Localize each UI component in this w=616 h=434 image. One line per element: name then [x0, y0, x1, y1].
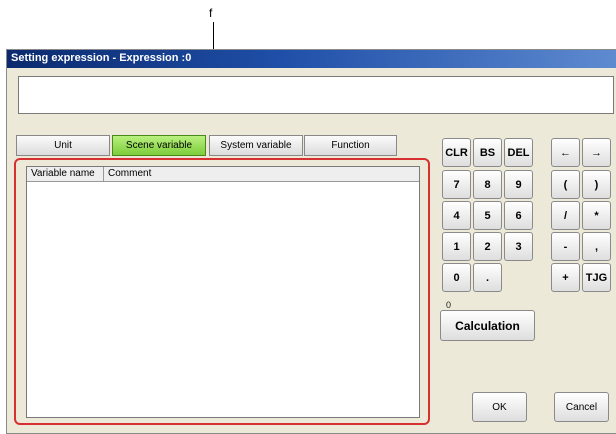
tab-unit[interactable]: Unit [16, 135, 110, 156]
cancel-button[interactable]: Cancel [554, 392, 609, 422]
key-5[interactable]: 5 [473, 201, 502, 230]
title-bar: Setting expression - Expression :0 [7, 50, 616, 68]
del-key[interactable]: DEL [504, 138, 533, 167]
tab-scene-variable[interactable]: Scene variable [112, 135, 206, 156]
comma-key[interactable]: , [582, 232, 611, 261]
clr-key[interactable]: CLR [442, 138, 471, 167]
callout-label: f [209, 6, 213, 20]
key-2[interactable]: 2 [473, 232, 502, 261]
tab-function[interactable]: Function [304, 135, 397, 156]
bs-key[interactable]: BS [473, 138, 502, 167]
list-header: Variable name Comment [27, 167, 419, 182]
key-8[interactable]: 8 [473, 170, 502, 199]
variable-list[interactable]: Variable name Comment [26, 166, 420, 418]
expression-input[interactable] [18, 76, 614, 114]
ok-button[interactable]: OK [472, 392, 527, 422]
key-9[interactable]: 9 [504, 170, 533, 199]
key-7[interactable]: 7 [442, 170, 471, 199]
multiply-key[interactable]: * [582, 201, 611, 230]
key-1[interactable]: 1 [442, 232, 471, 261]
window-title: Setting expression - Expression :0 [11, 52, 192, 64]
setting-expression-dialog: Setting expression - Expression :0 Unit … [6, 49, 616, 434]
key-6[interactable]: 6 [504, 201, 533, 230]
key-4[interactable]: 4 [442, 201, 471, 230]
minus-key[interactable]: - [551, 232, 580, 261]
left-paren-key[interactable]: ( [551, 170, 580, 199]
key-3[interactable]: 3 [504, 232, 533, 261]
divide-key[interactable]: / [551, 201, 580, 230]
plus-key[interactable]: + [551, 263, 580, 292]
tab-system-variable[interactable]: System variable [209, 135, 303, 156]
variable-list-highlight: Variable name Comment [14, 158, 430, 425]
calculation-result: 0 [446, 300, 452, 310]
calculation-button[interactable]: Calculation [440, 310, 535, 341]
column-variable-name[interactable]: Variable name [27, 167, 104, 181]
column-comment[interactable]: Comment [104, 167, 419, 181]
right-paren-key[interactable]: ) [582, 170, 611, 199]
decimal-point-key[interactable]: . [473, 263, 502, 292]
tjg-key[interactable]: TJG [582, 263, 611, 292]
right-arrow-key[interactable]: → [582, 138, 611, 167]
left-arrow-key[interactable]: ← [551, 138, 580, 167]
key-0[interactable]: 0 [442, 263, 471, 292]
